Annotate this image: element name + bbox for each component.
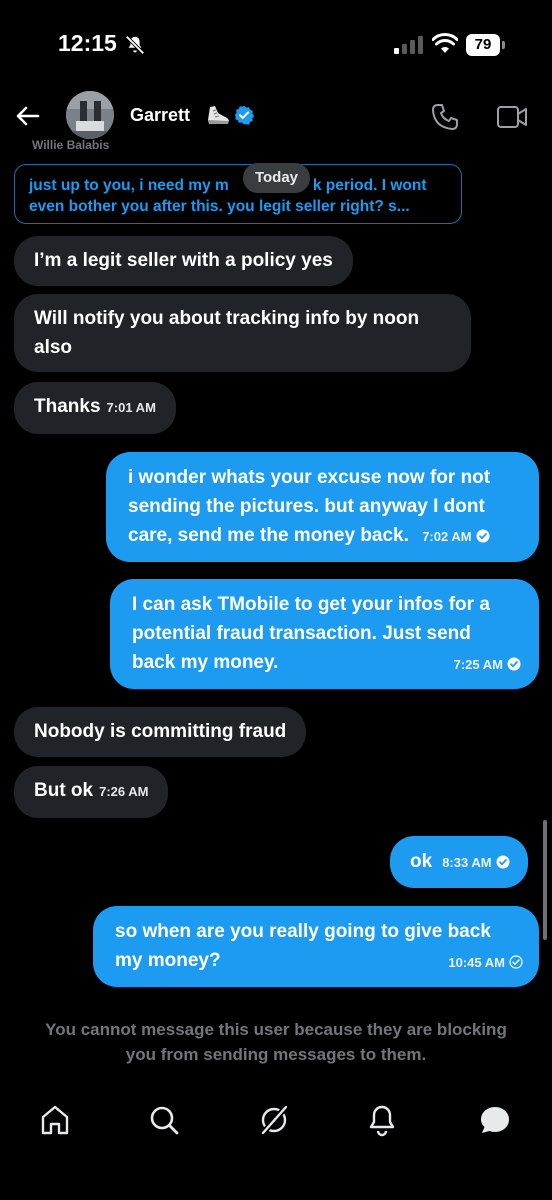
cellular-signal-icon (394, 36, 423, 54)
verified-badge-icon (234, 105, 254, 125)
message-bubble-outgoing[interactable]: i wonder whats your excuse now for not s… (106, 452, 539, 562)
message-text: so when are you really going to give bac… (115, 921, 491, 971)
message-timestamp: 7:25 AM (453, 657, 503, 672)
date-separator-chip: Today (243, 163, 310, 193)
wifi-icon (432, 33, 458, 53)
dm-conversation-screen: 12:15 79 Garrett Willie Balabis just up … (0, 0, 552, 1200)
scrollbar[interactable] (543, 820, 547, 940)
status-bar: 12:15 79 (0, 0, 552, 80)
battery-indicator: 79 (466, 34, 506, 56)
message-bubble-incoming[interactable]: But ok 7:26 AM (14, 766, 169, 818)
sent-check-icon (507, 657, 521, 671)
reply-preview-text-end: k period. I wont (312, 177, 427, 194)
message-text: Nobody is committing fraud (34, 721, 287, 742)
message-meta: 7:25 AM (454, 649, 521, 679)
sent-check-icon (496, 855, 510, 869)
messages-icon[interactable] (477, 1102, 513, 1138)
message-text: Thanks (34, 396, 101, 417)
blocked-notice: You cannot message this user because the… (45, 1020, 507, 1064)
reply-preview[interactable]: just up to you, i need my m k period. I w… (14, 164, 462, 224)
message-timestamp: 7:02 AM (422, 529, 472, 544)
sent-outline-check-icon (509, 955, 523, 969)
conversation-header: Garrett (0, 86, 552, 146)
message-timestamp: 10:45 AM (448, 955, 505, 970)
sneaker-emoji-icon (208, 106, 229, 124)
message-meta: 10:45 AM (448, 947, 523, 977)
battery-level: 79 (466, 34, 500, 56)
notifications-bell-icon[interactable] (364, 1102, 400, 1138)
avatar[interactable] (66, 91, 114, 139)
contact-name[interactable]: Garrett (130, 105, 190, 126)
message-text: But ok (34, 780, 94, 801)
message-text: I can ask TMobile to get your infos for … (132, 594, 490, 673)
bell-off-icon (125, 35, 145, 55)
message-timestamp: 7:26 AM (99, 784, 149, 799)
bottom-navigation (0, 1088, 552, 1152)
message-text: Will notify you about tracking info by n… (34, 308, 420, 358)
reply-preview-text-start: just up to you, i need my m (29, 177, 229, 194)
battery-nub (502, 41, 505, 49)
message-bubble-incoming[interactable]: I’m a legit seller with a policy yes (14, 236, 353, 286)
search-icon[interactable] (146, 1102, 182, 1138)
status-time: 12:15 (58, 30, 117, 56)
message-timestamp: 7:01 AM (106, 400, 156, 415)
message-timestamp: 8:33 AM (442, 855, 492, 870)
message-text: I’m a legit seller with a policy yes (34, 250, 333, 271)
message-bubble-outgoing[interactable]: I can ask TMobile to get your infos for … (110, 579, 539, 689)
message-bubble-incoming[interactable]: Nobody is committing fraud (14, 707, 307, 757)
video-call-icon[interactable] (496, 104, 528, 130)
message-bubble-incoming[interactable]: Thanks 7:01 AM (14, 382, 176, 434)
reply-preview-line2: even bother you after this. you legit se… (29, 198, 410, 215)
avatar-image (66, 91, 114, 139)
message-bubble-incoming[interactable]: Will notify you about tracking info by n… (14, 294, 471, 372)
phone-call-icon[interactable] (430, 102, 460, 132)
back-arrow-icon[interactable] (14, 102, 42, 130)
message-text: ok (410, 851, 433, 872)
partial-sender-label: Willie Balabis (32, 138, 110, 152)
grok-icon[interactable] (256, 1102, 292, 1138)
home-icon[interactable] (37, 1102, 73, 1138)
sent-check-icon (476, 529, 490, 543)
message-bubble-outgoing[interactable]: so when are you really going to give bac… (93, 906, 539, 987)
message-bubble-outgoing[interactable]: ok 8:33 AM (390, 836, 528, 888)
